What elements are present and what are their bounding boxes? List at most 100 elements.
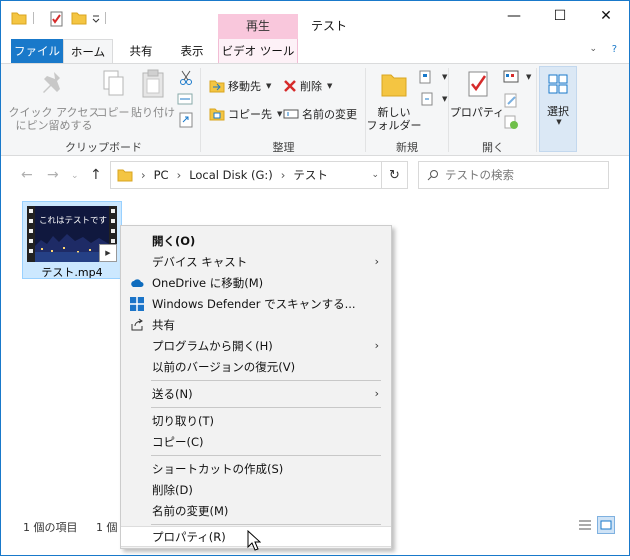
close-button[interactable]: ✕: [583, 1, 629, 31]
copy-to-button[interactable]: コピー先 ▼: [209, 106, 282, 122]
address-dropdown-icon[interactable]: ⌄: [371, 170, 379, 180]
qa-divider-2: [105, 11, 107, 25]
details-view-icon[interactable]: [577, 517, 593, 533]
pin-label-1: クイック アクセス: [8, 106, 100, 119]
copy-icon: [103, 70, 124, 96]
search-input[interactable]: テストの検索: [418, 161, 609, 189]
paste-shortcut-button[interactable]: [179, 112, 193, 128]
group-open-label: 開く: [482, 141, 504, 154]
history-button[interactable]: [503, 114, 519, 130]
group-new-label: 新規: [396, 141, 418, 154]
media-player-badge-icon: ▶: [99, 244, 117, 262]
new-item-button[interactable]: ▼: [419, 70, 447, 84]
share-icon: [131, 318, 143, 331]
select-button[interactable]: 選択 ▼: [539, 66, 577, 152]
refresh-icon[interactable]: ↻: [381, 161, 407, 189]
open-icon: [503, 70, 519, 83]
new-folder-qa-icon[interactable]: [71, 11, 87, 25]
large-icons-view-icon[interactable]: [597, 516, 615, 534]
customize-qa-icon[interactable]: [91, 11, 101, 25]
submenu-arrow-icon: ›: [374, 255, 379, 268]
copy-to-label: コピー先: [228, 108, 272, 121]
properties-qa-icon[interactable]: [49, 11, 65, 27]
menu-item-label: プロパティ(R): [152, 529, 226, 544]
easy-access-button[interactable]: ▼: [419, 92, 447, 106]
pin-quick-access-button[interactable]: クイック アクセス にピン留めする: [9, 68, 99, 132]
menu-item-send-to[interactable]: 送る(N) ›: [121, 383, 391, 404]
paste-icon: [142, 69, 164, 98]
mouse-cursor-icon: [247, 530, 261, 551]
new-folder-button[interactable]: 新しい フォルダー: [367, 68, 422, 132]
tab-file[interactable]: ファイル: [11, 39, 63, 63]
menu-item-label: Windows Defender でスキャンする...: [152, 296, 356, 311]
menu-item-device-cast[interactable]: デバイス キャスト ›: [121, 251, 391, 272]
group-organize-label: 整理: [272, 141, 295, 154]
open-button[interactable]: ▼: [503, 70, 531, 84]
menu-item-label: デバイス キャスト: [152, 254, 248, 269]
menu-separator: [151, 407, 381, 408]
maximize-button[interactable]: ☐: [537, 1, 583, 31]
edit-button[interactable]: [503, 92, 519, 108]
move-to-icon: [209, 80, 225, 93]
tab-home[interactable]: ホーム: [63, 39, 113, 64]
breadcrumb-separator-icon: ›: [141, 168, 146, 182]
move-to-button[interactable]: 移動先 ▼: [209, 78, 271, 94]
menu-item-open-with[interactable]: プログラムから開く(H) ›: [121, 335, 391, 356]
menu-item-label: 開く(O): [152, 233, 196, 248]
menu-item-delete[interactable]: 削除(D): [121, 479, 391, 500]
breadcrumb-current[interactable]: テスト: [293, 167, 328, 183]
menu-item-restore-versions[interactable]: 以前のバージョンの復元(V): [121, 356, 391, 377]
delete-label: 削除: [300, 80, 322, 93]
menu-separator: [151, 380, 381, 381]
qa-divider: [33, 11, 35, 25]
menu-item-label: 共有: [152, 317, 175, 332]
group-clipboard-label: クリップボード: [65, 141, 142, 154]
menu-item-rename[interactable]: 名前の変更(M): [121, 500, 391, 521]
recent-chevron-icon[interactable]: ⌄: [71, 171, 79, 181]
cut-button[interactable]: [179, 70, 193, 86]
paste-label: 貼り付け: [131, 106, 175, 119]
video-thumbnail: これはテストです ▶: [27, 206, 117, 262]
file-item[interactable]: これはテストです ▶ テスト.mp4: [22, 201, 122, 279]
pin-label-2: にピン留めする: [15, 119, 93, 132]
menu-item-copy[interactable]: コピー(C): [121, 431, 391, 452]
context-tab-header: 再生: [218, 14, 298, 39]
address-bar[interactable]: › PC › Local Disk (G:) › テスト ⌄ ↻: [110, 161, 408, 189]
tab-video-tools[interactable]: ビデオ ツール: [218, 39, 298, 63]
paste-button[interactable]: 貼り付け: [131, 68, 175, 119]
copy-to-icon: [209, 108, 225, 121]
forward-arrow-icon[interactable]: →: [47, 167, 59, 183]
back-arrow-icon[interactable]: ←: [21, 167, 33, 183]
copy-button[interactable]: コピー: [96, 68, 130, 119]
edit-icon: [504, 93, 517, 108]
help-icon[interactable]: ?: [612, 44, 617, 55]
windows-defender-icon: [130, 297, 144, 311]
chevron-down-icon: ▼: [277, 110, 283, 118]
delete-button[interactable]: 削除 ▼: [283, 78, 332, 94]
breadcrumb-local-disk[interactable]: Local Disk (G:): [189, 168, 273, 182]
menu-item-onedrive[interactable]: OneDrive に移動(M): [121, 272, 391, 293]
search-icon: [427, 170, 438, 181]
properties-button[interactable]: プロパティ: [450, 68, 504, 119]
minimize-button[interactable]: —: [491, 1, 537, 31]
new-folder-icon: [381, 74, 407, 97]
up-arrow-icon[interactable]: ↑: [90, 167, 102, 183]
menu-separator: [151, 455, 381, 456]
expand-ribbon-icon[interactable]: ⌄: [589, 44, 597, 54]
menu-item-open[interactable]: 開く(O): [121, 230, 391, 251]
move-to-label: 移動先: [228, 80, 261, 93]
tab-view[interactable]: 表示: [167, 39, 217, 63]
menu-item-cut[interactable]: 切り取り(T): [121, 410, 391, 431]
menu-item-defender-scan[interactable]: Windows Defender でスキャンする...: [121, 293, 391, 314]
copy-label: コピー: [96, 106, 130, 119]
menu-item-create-shortcut[interactable]: ショートカットの作成(S): [121, 458, 391, 479]
easy-access-icon: [421, 92, 433, 106]
tab-share[interactable]: 共有: [115, 39, 167, 63]
ribbon-tabs: ファイル ホーム 共有 表示 ビデオ ツール ? ⌄: [1, 39, 629, 64]
breadcrumb-pc[interactable]: PC: [154, 168, 169, 182]
menu-item-label: 切り取り(T): [152, 413, 214, 428]
breadcrumb-separator-icon: ›: [176, 168, 182, 182]
menu-item-share[interactable]: 共有: [121, 314, 391, 335]
copy-path-button[interactable]: [177, 92, 193, 106]
rename-button[interactable]: 名前の変更: [283, 106, 357, 122]
